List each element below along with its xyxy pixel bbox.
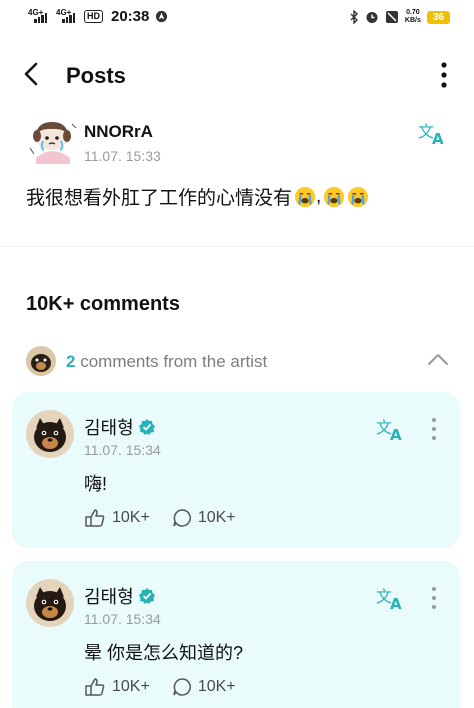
comment-timestamp: 11.07. 15:34 — [84, 442, 161, 458]
like-count: 10K+ — [112, 509, 150, 526]
verified-badge-icon — [138, 588, 155, 604]
svg-text:A: A — [432, 130, 444, 146]
like-icon — [85, 509, 105, 527]
emoji-separator: , — [316, 185, 322, 207]
artist-comment-card: 김태형 11.07. 15:34 嗨! 文 A 10K+ 10K+ — [12, 392, 460, 548]
comment-timestamp: 11.07. 15:34 — [84, 611, 161, 627]
app-header: Posts — [0, 50, 474, 100]
artist-avatar[interactable] — [26, 410, 74, 458]
alarm-icon — [366, 12, 378, 23]
location-icon — [156, 10, 168, 23]
like-button[interactable]: 10K+ — [84, 508, 150, 528]
comment-actions: 10K+ 10K+ — [84, 508, 258, 528]
status-bar: 4G+ 4G+ HD 20:38 0.70 KB/s 36 — [0, 0, 474, 36]
bluetooth-icon — [350, 10, 358, 24]
artist-avatar[interactable] — [26, 579, 74, 627]
artist-comments-text: comments from the artist — [80, 352, 268, 371]
comment-author[interactable]: 김태형 — [84, 583, 156, 609]
page-title: Posts — [66, 63, 126, 88]
comment-more-icon[interactable] — [428, 416, 440, 442]
like-button[interactable]: 10K+ — [84, 677, 150, 697]
artist-comments-label: 2 comments from the artist — [66, 352, 267, 372]
like-count: 10K+ — [112, 678, 150, 695]
signal-2-icon: 4G+ — [56, 8, 78, 23]
back-arrow-icon[interactable] — [16, 58, 48, 90]
svg-text:A: A — [390, 595, 402, 611]
mute-icon — [385, 11, 398, 23]
comment-actions: 10K+ 10K+ — [84, 677, 258, 697]
post-author-avatar[interactable] — [26, 114, 78, 166]
reply-count: 10K+ — [197, 509, 236, 526]
translate-comment-icon[interactable]: 文 A — [376, 585, 406, 611]
comment-text: 嗨! — [84, 474, 108, 494]
artist-comment-card: 김태형 11.07. 15:34 晕 你是怎么知道的? 文 A 10K+ 10K… — [12, 561, 460, 708]
battery-indicator: 36 — [426, 10, 450, 24]
reply-bubble-icon — [173, 509, 191, 527]
comments-count: 10K+ comments — [26, 293, 180, 315]
like-icon — [85, 678, 105, 696]
crying-emoji-icon — [348, 186, 369, 207]
artist-comment-count: 2 — [66, 352, 76, 371]
post-timestamp: 11.07. 15:33 — [84, 148, 161, 164]
svg-text:A: A — [390, 426, 402, 442]
comment-author-name: 김태형 — [84, 418, 134, 438]
comment-more-icon[interactable] — [428, 585, 440, 611]
more-options-icon[interactable] — [434, 60, 454, 90]
status-time: 20:38 — [111, 8, 150, 25]
comment-author-name: 김태형 — [84, 587, 134, 607]
artist-avatar-small — [26, 346, 56, 376]
reply-bubble-icon — [173, 678, 191, 696]
post-body: 我很想看外肛了工作的心情没有 , — [26, 183, 369, 210]
post-author-name[interactable]: NNORrA — [84, 122, 153, 142]
reply-count: 10K+ — [197, 678, 236, 695]
reply-button[interactable]: 10K+ — [172, 508, 236, 528]
post-text: 我很想看外肛了工作的心情没有 — [26, 188, 293, 209]
chevron-up-icon[interactable] — [426, 350, 450, 368]
translate-comment-icon[interactable]: 文 A — [376, 416, 406, 442]
comment-author[interactable]: 김태형 — [84, 414, 156, 440]
network-speed: 0.70 KB/s — [404, 9, 421, 24]
signal-1-icon: 4G+ — [28, 8, 50, 23]
verified-badge-icon — [138, 419, 155, 435]
artist-comments-toggle[interactable]: 2 comments from the artist — [0, 340, 474, 382]
comment-text: 晕 你是怎么知道的? — [84, 643, 244, 663]
reply-button[interactable]: 10K+ — [172, 677, 236, 697]
section-divider — [0, 246, 474, 247]
hd-voice-badge: HD — [84, 10, 103, 23]
crying-emoji-icon — [294, 186, 316, 207]
translate-post-icon[interactable]: 文 A — [418, 120, 448, 146]
crying-emoji-icon — [324, 186, 345, 207]
